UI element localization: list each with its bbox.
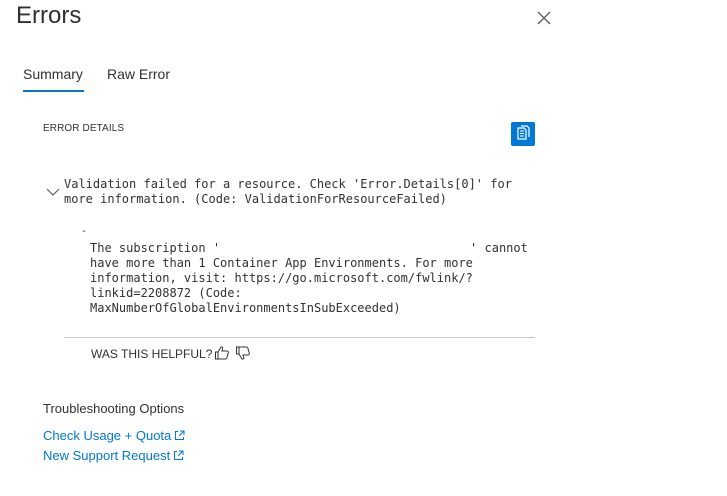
tab-summary[interactable]: Summary <box>23 66 84 92</box>
chevron-down-icon[interactable] <box>46 185 60 199</box>
close-icon[interactable] <box>533 7 555 29</box>
inner-error-bullet: - <box>81 226 88 237</box>
troubleshooting-title: Troubleshooting Options <box>43 401 185 416</box>
tab-raw-error[interactable]: Raw Error <box>107 66 170 82</box>
error-message: Validation failed for a resource. Check … <box>64 177 520 206</box>
new-support-request-label: New Support Request <box>43 448 171 463</box>
thumbs-up-icon[interactable] <box>214 345 230 361</box>
new-support-request-link[interactable]: New Support Request <box>43 448 184 463</box>
external-link-icon <box>175 430 185 440</box>
inner-error-text-start: The subscription ' <box>90 241 221 255</box>
check-usage-quota-link[interactable]: Check Usage + Quota <box>43 428 185 443</box>
inner-error-message: The subscription ' ' cannot have more tha… <box>90 241 540 316</box>
divider <box>64 337 535 338</box>
page-title: Errors <box>16 2 82 29</box>
feedback-label: WAS THIS HELPFUL? <box>91 347 213 361</box>
check-usage-quota-label: Check Usage + Quota <box>43 428 172 443</box>
external-link-icon <box>174 450 184 460</box>
copy-icon[interactable] <box>511 122 535 146</box>
error-details-label: ERROR DETAILS <box>43 123 125 134</box>
thumbs-down-icon[interactable] <box>235 345 251 361</box>
